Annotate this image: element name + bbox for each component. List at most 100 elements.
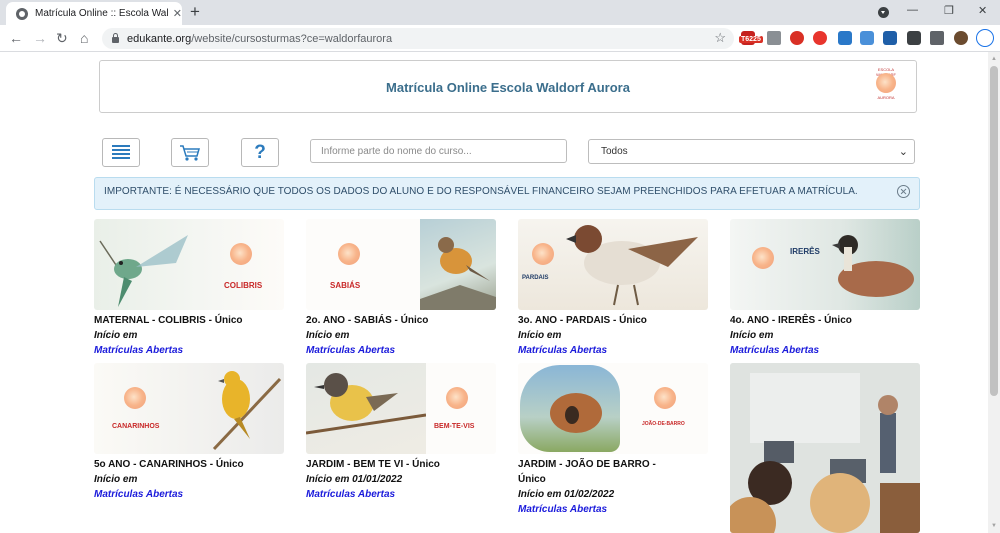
lock-icon — [112, 33, 119, 43]
course-card-ireres[interactable]: IRERÊS 4o. ANO - IRERÊS - Único Início e… — [730, 219, 920, 358]
course-card-bem-te-vi[interactable]: BEM-TE-VIS JARDIM - BEM TE VI - Único In… — [306, 363, 496, 502]
course-card-joao-de-barro[interactable]: JOÃO-DE-BARRO JARDIM - JOÃO DE BARRO - Ú… — [518, 363, 708, 517]
enrollment-status-link[interactable]: Matrículas Abertas — [94, 487, 284, 502]
forward-icon[interactable]: → — [33, 30, 47, 46]
help-button[interactable]: ? — [241, 138, 279, 167]
new-tab-button[interactable]: + — [190, 3, 200, 21]
course-card-sabias[interactable]: SABIÁS 2o. ANO - SABIÁS - Único Início e… — [306, 219, 496, 358]
class-label: COLIBRIS — [224, 281, 263, 290]
course-title[interactable]: 5o ANO - CANARINHOS - Único — [94, 457, 284, 472]
close-window-icon[interactable]: ✕ — [978, 4, 987, 17]
course-title[interactable]: JARDIM - JOÃO DE BARRO - Único — [518, 457, 678, 487]
adblock-extension-icon[interactable] — [790, 31, 804, 45]
duck-icon — [832, 235, 914, 297]
hummingbird-icon — [99, 235, 188, 307]
course-image[interactable]: PARDAIS — [518, 219, 708, 310]
back-icon[interactable]: ← — [9, 30, 23, 46]
browser-toolbar: ← → ↻ ⌂ edukante.org/website/cursosturma… — [0, 25, 1000, 52]
document-extension-icon[interactable] — [838, 31, 852, 45]
class-label: CANARINHOS — [112, 423, 160, 430]
sheet-extension-icon[interactable] — [883, 31, 897, 45]
enrollment-status-link[interactable]: Matrículas Abertas — [518, 502, 708, 517]
class-label: PARDAIS — [522, 275, 549, 281]
page-title: Matrícula Online Escola Waldorf Aurora — [386, 80, 630, 95]
course-title[interactable]: MATERNAL - COLIBRIS - Único — [94, 313, 284, 328]
important-alert: IMPORTANTE: É NECESSÁRIO QUE TODOS OS DA… — [94, 177, 920, 210]
scrollbar-thumb[interactable] — [990, 66, 998, 396]
course-list-button[interactable] — [102, 138, 140, 167]
thrush-bird-icon — [420, 237, 496, 310]
sun-logo-icon — [876, 73, 896, 93]
translate-extension-icon[interactable] — [860, 31, 874, 45]
sun-logo-icon — [752, 247, 774, 269]
enrollment-status-link[interactable]: Matrículas Abertas — [306, 487, 496, 502]
class-label: IRERÊS — [790, 247, 820, 256]
course-image[interactable]: COLIBRIS — [94, 219, 284, 310]
category-select[interactable]: Todos ⌄ — [588, 139, 915, 164]
painting — [420, 219, 496, 310]
course-card-pardais[interactable]: PARDAIS 3o. ANO - PARDAIS - Único Início… — [518, 219, 708, 358]
course-title[interactable]: 2o. ANO - SABIÁS - Único — [306, 313, 496, 328]
page-content: Matrícula Online Escola Waldorf Aurora E… — [0, 52, 988, 533]
cart-icon — [180, 144, 200, 161]
enrollment-status-link[interactable]: Matrículas Abertas — [94, 343, 284, 358]
course-image[interactable]: CANARINHOS — [94, 363, 284, 454]
maximize-icon[interactable]: ❐ — [944, 4, 954, 17]
course-card-colibris[interactable]: COLIBRIS MATERNAL - COLIBRIS - Único Iní… — [94, 219, 284, 358]
class-label: JOÃO-DE-BARRO — [642, 421, 685, 427]
avatar[interactable] — [954, 31, 968, 45]
cart-button[interactable] — [171, 138, 209, 167]
minimize-icon[interactable]: — — [907, 4, 918, 16]
sun-logo-icon — [230, 243, 252, 265]
scroll-up-icon[interactable]: ▲ — [991, 56, 997, 62]
menu-icon[interactable] — [976, 29, 994, 47]
classroom-photo[interactable] — [730, 363, 920, 533]
screenshot-extension-icon[interactable] — [907, 31, 921, 45]
opera-extension-icon[interactable] — [813, 31, 827, 45]
course-card-canarinhos[interactable]: CANARINHOS 5o ANO - CANARINHOS - Único I… — [94, 363, 284, 502]
course-title[interactable]: JARDIM - BEM TE VI - Único — [306, 457, 496, 472]
address-bar[interactable]: edukante.org/website/cursosturmas?ce=wal… — [102, 28, 734, 49]
sun-logo-icon — [654, 387, 676, 409]
course-image[interactable]: SABIÁS — [306, 219, 496, 310]
course-title[interactable]: 3o. ANO - PARDAIS - Único — [518, 313, 708, 328]
alert-text: IMPORTANTE: É NECESSÁRIO QUE TODOS OS DA… — [104, 186, 858, 197]
url-host: edukante.org — [127, 32, 192, 45]
enrollment-status-link[interactable]: Matrículas Abertas — [306, 343, 496, 358]
sun-logo-icon — [124, 387, 146, 409]
course-start: Início em — [730, 330, 774, 341]
course-image[interactable]: JOÃO-DE-BARRO — [518, 363, 708, 454]
logo-bottom-text: AURORA — [877, 95, 895, 100]
browser-tab[interactable]: Matrícula Online :: Escola Waldorf Auror… — [6, 2, 182, 25]
course-image[interactable]: IRERÊS — [730, 219, 920, 310]
puzzle-extensions-icon[interactable] — [930, 31, 944, 45]
canary-icon — [212, 371, 282, 451]
nest-icon — [550, 393, 602, 433]
class-logo — [742, 237, 782, 291]
course-start: Início em 01/01/2022 — [306, 474, 403, 485]
course-title[interactable]: 4o. ANO - IRERÊS - Único — [730, 313, 920, 328]
reload-icon[interactable]: ↻ — [56, 30, 68, 46]
close-tab-icon[interactable]: ✕ — [173, 7, 182, 20]
camera-extension-icon[interactable] — [767, 31, 781, 45]
url-text: edukante.org/website/cursosturmas?ce=wal… — [127, 33, 392, 45]
course-start: Início em — [518, 330, 562, 341]
page-scrollbar[interactable]: ▲ ▼ — [988, 52, 1000, 533]
bookmark-star-icon[interactable]: ☆ — [714, 30, 726, 46]
scroll-down-icon[interactable]: ▼ — [991, 523, 997, 529]
home-icon[interactable]: ⌂ — [80, 30, 88, 46]
enrollment-status-link[interactable]: Matrículas Abertas — [518, 343, 708, 358]
class-label: SABIÁS — [330, 281, 361, 290]
kiskadee-bird-icon — [306, 373, 427, 435]
enrollment-status-link[interactable]: Matrículas Abertas — [730, 343, 920, 358]
course-start: Início em 01/02/2022 — [518, 489, 615, 500]
painting — [520, 365, 620, 452]
close-icon[interactable] — [897, 185, 910, 198]
select-value: Todos — [601, 146, 628, 157]
extension-badge: T6225 — [739, 36, 763, 43]
course-search-input[interactable] — [310, 139, 567, 163]
tab-title: Matrícula Online :: Escola Waldorf Auror… — [35, 8, 169, 19]
course-image[interactable]: BEM-TE-VIS — [306, 363, 496, 454]
tab-search-icon[interactable] — [878, 7, 889, 18]
class-logo — [328, 233, 368, 287]
